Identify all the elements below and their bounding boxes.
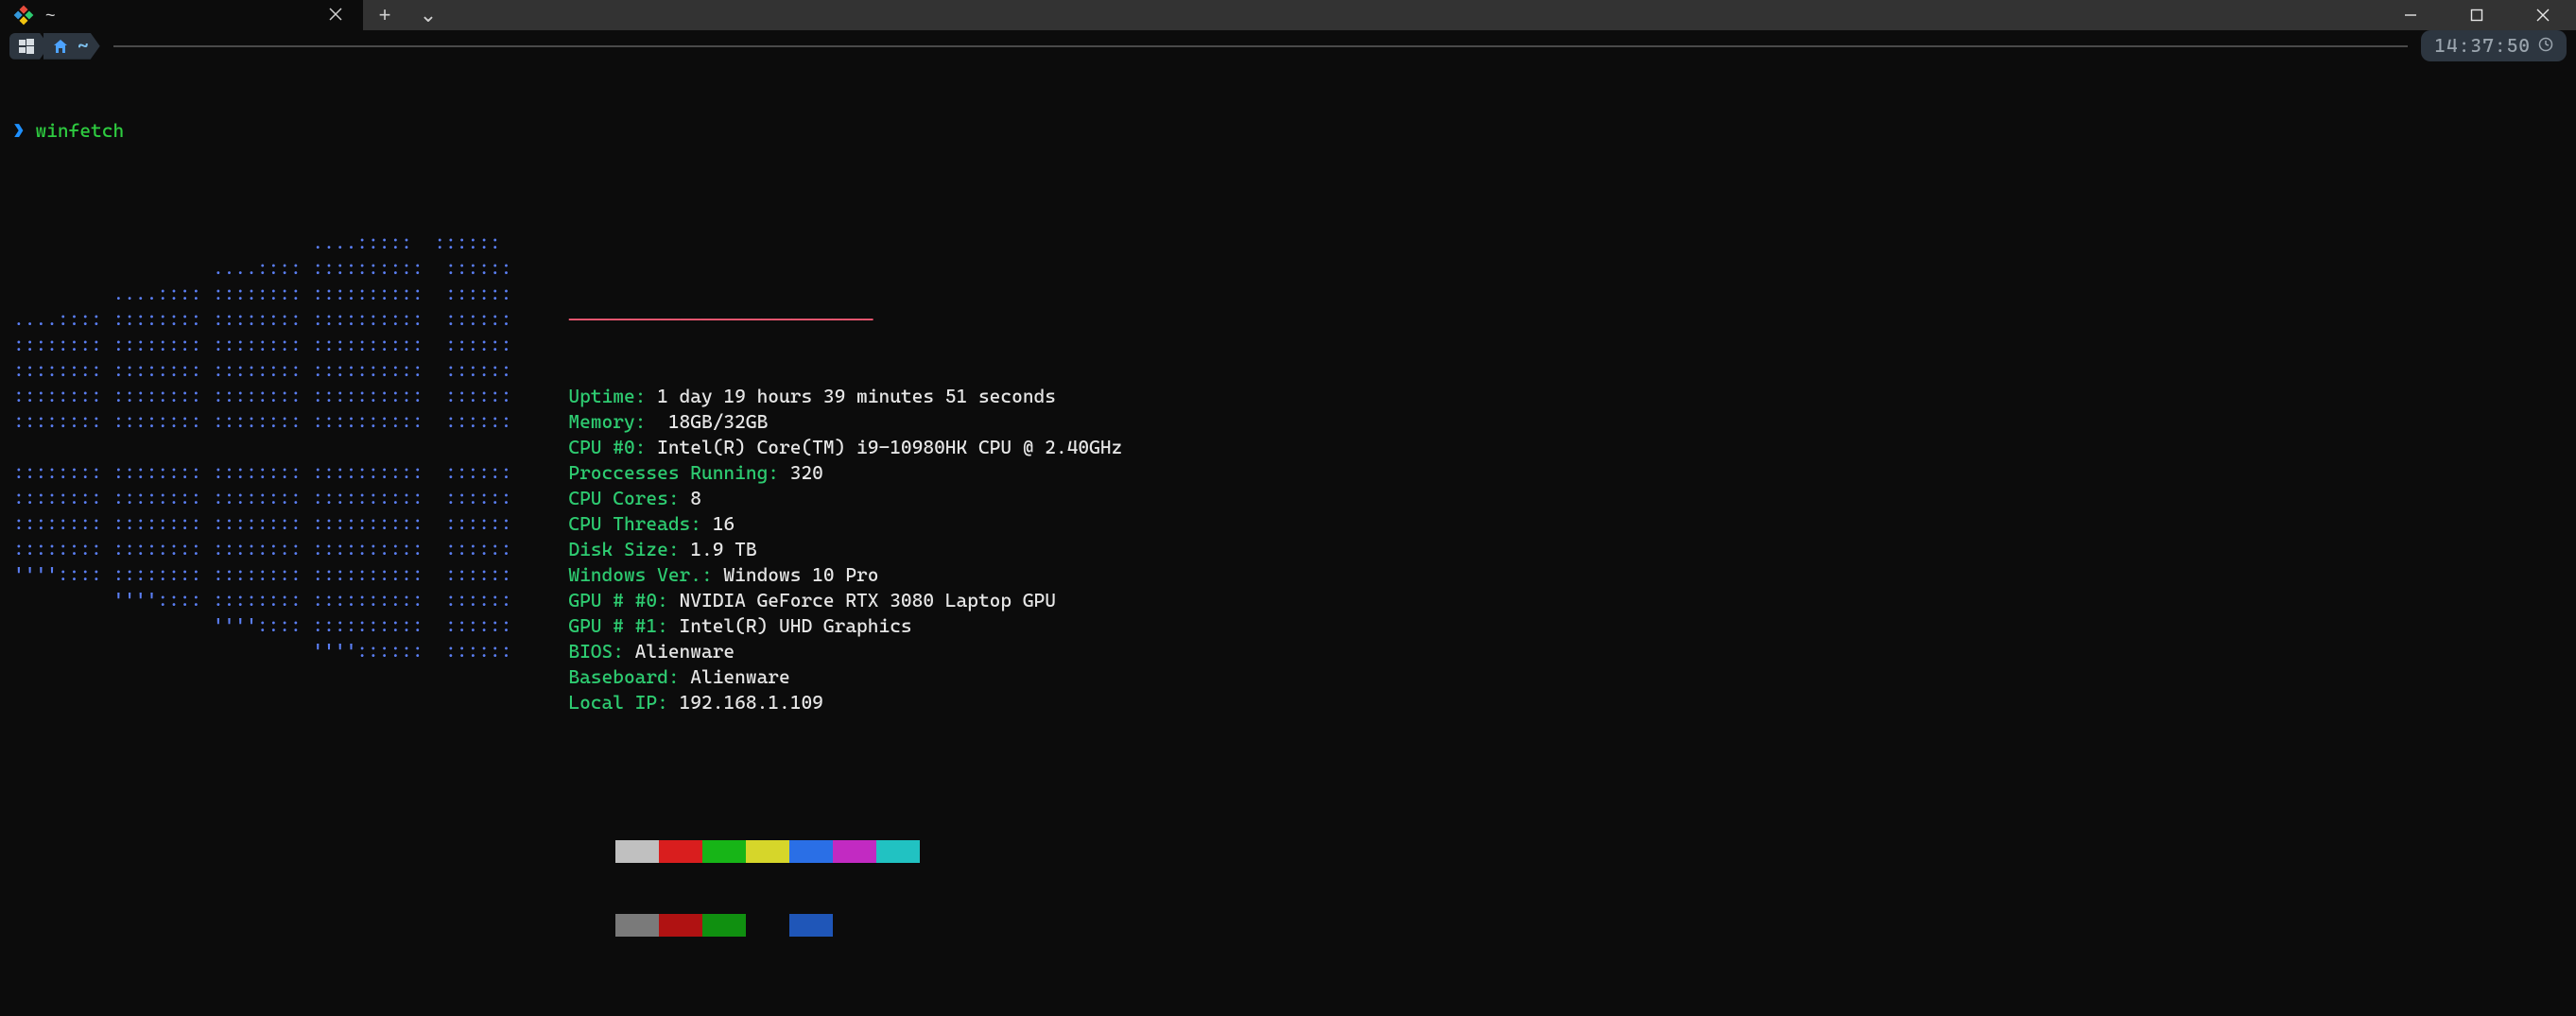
info-key: Windows Ver.: xyxy=(568,563,712,586)
palette-swatch xyxy=(789,914,833,937)
windows-icon xyxy=(19,39,34,54)
info-key: GPU # #0: xyxy=(568,589,667,611)
info-row: Memory: 18GB/32GB xyxy=(568,409,1122,435)
palette-swatch xyxy=(746,914,789,937)
breadcrumb-os[interactable] xyxy=(9,33,49,60)
tab-dropdown-button[interactable]: ⌄ xyxy=(406,0,450,30)
ascii-logo: ....::::: :::::: ....:::: :::::::::: :::… xyxy=(13,230,511,1016)
palette-swatch xyxy=(702,840,746,863)
info-value: 18GB/32GB xyxy=(646,410,768,433)
info-value: 16 xyxy=(701,512,735,535)
info-key: CPU Threads: xyxy=(568,512,701,535)
tab-title: ~ xyxy=(45,4,310,26)
palette-swatch xyxy=(833,914,876,937)
color-palette xyxy=(615,789,1122,988)
palette-swatch xyxy=(789,840,833,863)
info-key: Local IP: xyxy=(568,691,667,714)
palette-swatch xyxy=(659,840,702,863)
info-key: Disk Size: xyxy=(568,538,679,560)
info-key: CPU #0: xyxy=(568,436,646,458)
home-icon xyxy=(53,39,68,54)
info-value: 192.168.1.109 xyxy=(668,691,823,714)
info-key: BIOS: xyxy=(568,640,624,663)
command-text: winfetch xyxy=(35,119,124,142)
info-row: Baseboard: Alienware xyxy=(568,664,1122,690)
tab-active[interactable]: ~ xyxy=(0,0,363,30)
info-value: Windows 10 Pro xyxy=(713,563,879,586)
palette-row-2 xyxy=(615,914,1122,937)
prompt-line: ❯ winfetch xyxy=(13,118,2567,144)
info-key: GPU # #1: xyxy=(568,614,667,637)
clock-icon xyxy=(2538,33,2553,59)
titlebar: ~ + ⌄ xyxy=(0,0,2576,30)
winfetch-output: ....::::: :::::: ....:::: :::::::::: :::… xyxy=(13,230,2567,1016)
terminal-window: ~ + ⌄ ~ 14 xyxy=(0,0,2576,1016)
info-value: Alienware xyxy=(624,640,735,663)
palette-swatch xyxy=(659,914,702,937)
info-row: GPU # #1: Intel(R) UHD Graphics xyxy=(568,613,1122,639)
minimize-button[interactable] xyxy=(2377,0,2444,30)
breadcrumb-divider xyxy=(113,45,2409,47)
info-value: 1.9 TB xyxy=(680,538,757,560)
info-key: Proccesses Running: xyxy=(568,461,779,484)
palette-swatch xyxy=(876,914,920,937)
info-row: Disk Size: 1.9 TB xyxy=(568,537,1122,562)
info-key: Memory: xyxy=(568,410,646,433)
info-row: BIOS: Alienware xyxy=(568,639,1122,664)
breadcrumb-home[interactable]: ~ xyxy=(43,33,100,60)
info-key: Baseboard: xyxy=(568,665,679,688)
info-value: 1 day 19 hours 39 minutes 51 seconds xyxy=(646,385,1056,407)
close-button[interactable] xyxy=(2510,0,2576,30)
new-tab-button[interactable]: + xyxy=(363,0,406,30)
info-row: Proccesses Running: 320 xyxy=(568,460,1122,486)
info-row: GPU # #0: NVIDIA GeForce RTX 3080 Laptop… xyxy=(568,588,1122,613)
info-value: Intel(R) Core(TM) i9-10980HK CPU @ 2.40G… xyxy=(646,436,1122,458)
info-row: CPU Cores: 8 xyxy=(568,486,1122,511)
system-info: —————————————————————————————— Uptime: 1… xyxy=(568,230,1122,1016)
prompt-symbol: ❯ xyxy=(13,119,25,142)
info-row: CPU Threads: 16 xyxy=(568,511,1122,537)
info-value: Intel(R) UHD Graphics xyxy=(668,614,912,637)
info-key: CPU Cores: xyxy=(568,487,679,509)
palette-swatch xyxy=(615,914,659,937)
palette-row-1 xyxy=(615,840,1122,863)
info-divider: —————————————————————————————— xyxy=(568,307,1122,333)
clock-time: 14:37:50 xyxy=(2434,33,2531,59)
terminal-body[interactable]: ❯ winfetch ....::::: :::::: ....:::: :::… xyxy=(0,61,2576,1016)
breadcrumb-path: ~ xyxy=(78,33,89,59)
info-row: Uptime: 1 day 19 hours 39 minutes 51 sec… xyxy=(568,384,1122,409)
maximize-button[interactable] xyxy=(2444,0,2510,30)
info-list: Uptime: 1 day 19 hours 39 minutes 51 sec… xyxy=(568,384,1122,715)
tab-close-button[interactable] xyxy=(321,0,350,30)
breadcrumb-bar: ~ 14:37:50 xyxy=(0,30,2576,61)
shell-icon xyxy=(13,5,34,26)
palette-swatch xyxy=(702,914,746,937)
info-value: 320 xyxy=(779,461,823,484)
palette-swatch xyxy=(920,840,963,863)
palette-swatch xyxy=(833,840,876,863)
palette-swatch xyxy=(615,840,659,863)
info-value: Alienware xyxy=(680,665,790,688)
info-row: Windows Ver.: Windows 10 Pro xyxy=(568,562,1122,588)
clock: 14:37:50 xyxy=(2421,30,2567,61)
info-row: Local IP: 192.168.1.109 xyxy=(568,690,1122,715)
info-value: 8 xyxy=(680,487,701,509)
info-key: Uptime: xyxy=(568,385,646,407)
palette-swatch xyxy=(920,914,963,937)
info-row: CPU #0: Intel(R) Core(TM) i9-10980HK CPU… xyxy=(568,435,1122,460)
info-value: NVIDIA GeForce RTX 3080 Laptop GPU xyxy=(668,589,1056,611)
palette-swatch xyxy=(876,840,920,863)
titlebar-spacer xyxy=(450,0,2377,30)
palette-swatch xyxy=(746,840,789,863)
